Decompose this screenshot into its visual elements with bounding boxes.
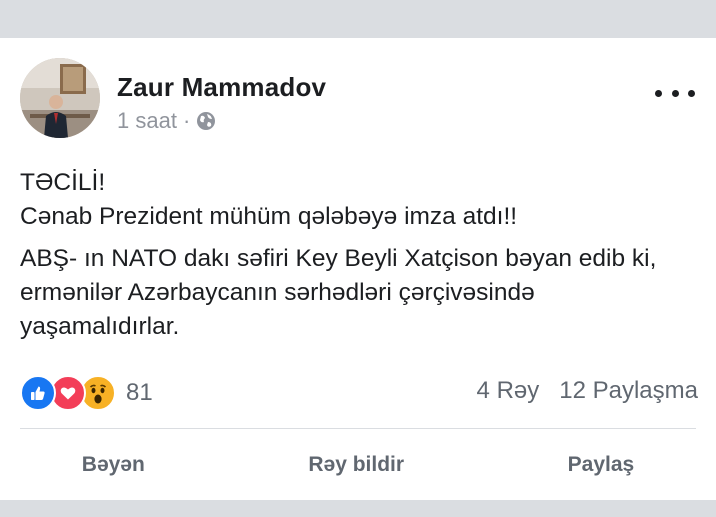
ellipsis-icon[interactable] (655, 78, 695, 108)
comment-button[interactable]: Rəy bildir (298, 447, 414, 483)
post-time[interactable]: 1 saat (117, 108, 177, 134)
post-text-paragraph: ABŞ- ın NATO dakı səfiri Key Beyli Xatçi… (20, 245, 657, 340)
comments-count[interactable]: 4 Rəy (477, 377, 540, 405)
divider (20, 428, 696, 429)
ellipsis-dot (655, 89, 662, 97)
post-meta: 1 saat · (117, 108, 216, 134)
post-text-line: Cənab Prezident mühüm qələbəyə imza atdı… (20, 203, 518, 230)
reactions-summary[interactable]: 81 (20, 375, 153, 411)
share-button[interactable]: Paylaş (558, 447, 645, 483)
post-card: Zaur Mammadov 1 saat · TƏCİLİ! Cənab Pre… (0, 38, 716, 500)
reaction-count: 81 (126, 379, 153, 406)
ellipsis-dot (688, 89, 695, 97)
post-body: TƏCİLİ! Cənab Prezident mühüm qələbəyə i… (20, 166, 700, 344)
like-icon (20, 375, 56, 411)
reaction-icons (20, 375, 120, 411)
meta-separator: · (182, 108, 191, 133)
globe-icon (196, 111, 216, 131)
like-button[interactable]: Bəyən (72, 447, 155, 483)
shares-count[interactable]: 12 Paylaşma (559, 377, 698, 405)
post-text-line: TƏCİLİ! (20, 169, 106, 196)
engagement-counts: 4 Rəy 12 Paylaşma (477, 377, 698, 405)
ellipsis-dot (671, 89, 679, 97)
author-name[interactable]: Zaur Mammadov (117, 72, 326, 103)
avatar[interactable] (20, 58, 100, 138)
action-bar: Bəyən Rəy bildir Paylaş (0, 443, 716, 487)
avatar-photo (20, 58, 100, 138)
